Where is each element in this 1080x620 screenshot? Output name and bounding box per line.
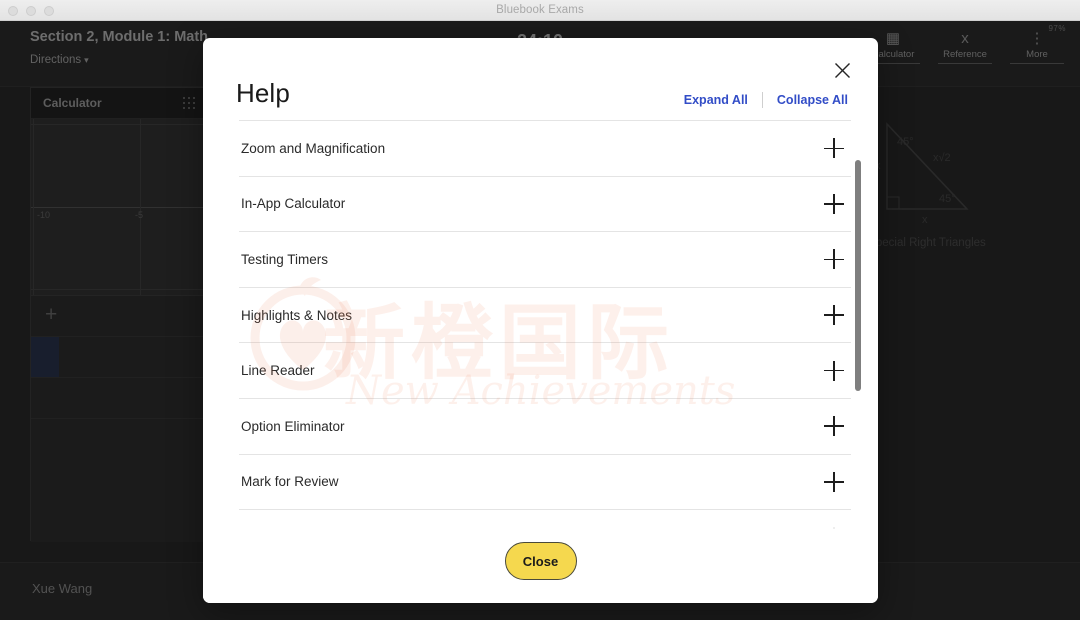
help-topic-row[interactable]: Line Reader xyxy=(239,343,851,399)
window-titlebar: Bluebook Exams xyxy=(0,0,1080,21)
expand-collapse-controls: Expand All Collapse All xyxy=(670,92,848,108)
close-button[interactable]: Close xyxy=(504,542,577,580)
plus-icon[interactable] xyxy=(821,191,847,217)
plus-icon[interactable] xyxy=(821,469,847,495)
modal-footer: Close xyxy=(203,529,878,603)
expand-all-link[interactable]: Expand All xyxy=(670,93,762,107)
help-topic-row[interactable]: In-App Calculator xyxy=(239,177,851,233)
help-topic-row[interactable]: Mark for Review xyxy=(239,455,851,511)
help-topic-label: Line Reader xyxy=(241,363,315,379)
help-topic-list: Zoom and Magnification In-App Calculator… xyxy=(239,120,851,560)
help-topic-list-viewport[interactable]: Zoom and Magnification In-App Calculator… xyxy=(239,120,851,560)
plus-icon[interactable] xyxy=(821,302,847,328)
help-topic-row[interactable]: Testing Timers xyxy=(239,232,851,288)
help-topic-label: Mark for Review xyxy=(241,474,339,490)
help-topic-label: Testing Timers xyxy=(241,251,329,267)
close-icon xyxy=(834,62,850,78)
help-topic-row[interactable]: Option Eliminator xyxy=(239,399,851,455)
help-modal: 新橙国际 New Achievements Help Expand All Co… xyxy=(203,38,878,603)
help-topic-label: Zoom and Magnification xyxy=(241,140,386,156)
modal-scrollbar[interactable] xyxy=(855,158,861,561)
plus-icon[interactable] xyxy=(821,413,847,439)
collapse-all-link[interactable]: Collapse All xyxy=(763,93,848,107)
help-topic-row[interactable]: Highlights & Notes xyxy=(239,288,851,344)
help-topic-label: In-App Calculator xyxy=(241,196,346,212)
modal-title: Help xyxy=(236,78,290,108)
window-title: Bluebook Exams xyxy=(496,4,584,16)
modal-close-icon-button[interactable] xyxy=(828,56,856,84)
plus-icon[interactable] xyxy=(821,135,847,161)
help-topic-row[interactable]: Zoom and Magnification xyxy=(239,120,851,177)
plus-icon[interactable] xyxy=(821,246,847,272)
help-topic-label: Option Eliminator xyxy=(241,418,345,434)
help-topic-label: Highlights & Notes xyxy=(241,307,353,323)
screen: Bluebook Exams Section 2, Module 1: Math… xyxy=(0,0,1080,620)
plus-icon[interactable] xyxy=(821,358,847,384)
modal-scrollbar-thumb[interactable] xyxy=(855,160,861,391)
